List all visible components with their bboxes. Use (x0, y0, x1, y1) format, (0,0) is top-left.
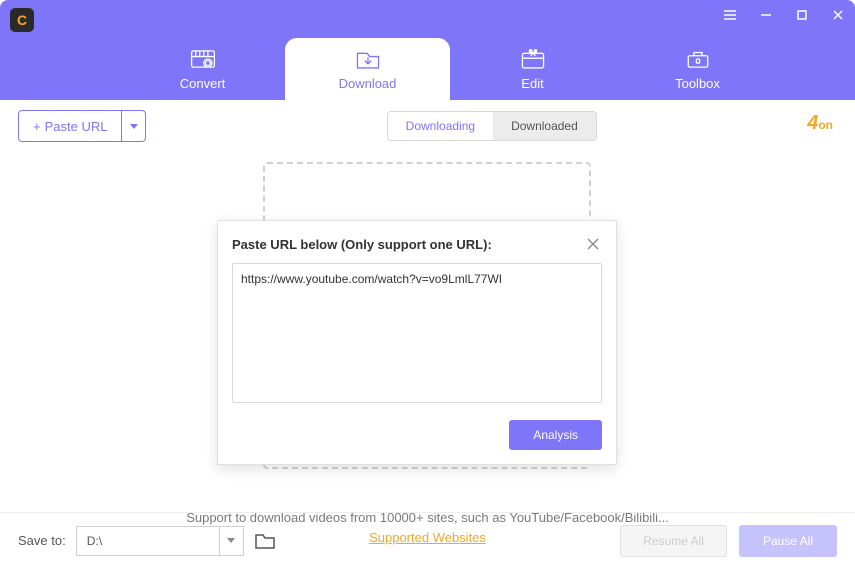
footer: Save to: D:\ Resume All Pause All (0, 512, 855, 568)
analysis-button[interactable]: Analysis (509, 420, 602, 450)
paste-url-label: Paste URL (45, 119, 108, 134)
segment-downloading[interactable]: Downloading (388, 112, 493, 140)
paste-url-main[interactable]: + Paste URL (19, 111, 121, 141)
modal-header: Paste URL below (Only support one URL): (232, 235, 602, 253)
paste-url-dropdown[interactable] (121, 111, 145, 141)
segment-downloaded[interactable]: Downloaded (493, 112, 596, 140)
app-logo: C (10, 8, 34, 32)
footer-buttons: Resume All Pause All (620, 525, 837, 557)
speed-badge-suffix: on (818, 118, 833, 132)
status-segment: Downloading Downloaded (387, 111, 597, 141)
tab-toolbox[interactable]: Toolbox (615, 38, 780, 100)
pause-all-button[interactable]: Pause All (739, 525, 837, 557)
speed-badge-num: 4 (807, 112, 818, 134)
modal-close-icon[interactable] (584, 235, 602, 253)
window-controls (721, 6, 847, 24)
menu-icon[interactable] (721, 6, 739, 24)
tab-edit-label: Edit (521, 76, 543, 91)
url-input[interactable] (232, 263, 602, 403)
tab-convert-label: Convert (180, 76, 226, 91)
resume-all-button[interactable]: Resume All (620, 525, 727, 557)
toolbar: + Paste URL Downloading Downloaded 4on (0, 100, 855, 152)
speed-badge: 4on (807, 112, 833, 135)
tab-download-label: Download (339, 76, 397, 91)
plus-icon: + (33, 119, 41, 134)
tab-convert[interactable]: Convert (120, 38, 285, 100)
paste-url-modal: Paste URL below (Only support one URL): … (217, 220, 617, 465)
modal-footer: Analysis (232, 420, 602, 450)
save-to-label: Save to: (18, 533, 66, 548)
save-path-select[interactable]: D:\ (76, 526, 244, 556)
minimize-icon[interactable] (757, 6, 775, 24)
nav-tabs: Convert Download Edit Toolbox (120, 38, 780, 100)
paste-url-button[interactable]: + Paste URL (18, 110, 146, 142)
save-path-value: D:\ (77, 527, 219, 555)
content-area: Copy URL and click here to download Supp… (0, 152, 855, 532)
maximize-icon[interactable] (793, 6, 811, 24)
app-header: C Convert Download Edit Toolbox (0, 0, 855, 100)
tab-toolbox-label: Toolbox (675, 76, 720, 91)
tab-download[interactable]: Download (285, 38, 450, 100)
modal-title: Paste URL below (Only support one URL): (232, 237, 492, 252)
close-icon[interactable] (829, 6, 847, 24)
tab-edit[interactable]: Edit (450, 38, 615, 100)
save-path-dropdown[interactable] (219, 527, 243, 555)
open-folder-icon[interactable] (254, 532, 276, 550)
